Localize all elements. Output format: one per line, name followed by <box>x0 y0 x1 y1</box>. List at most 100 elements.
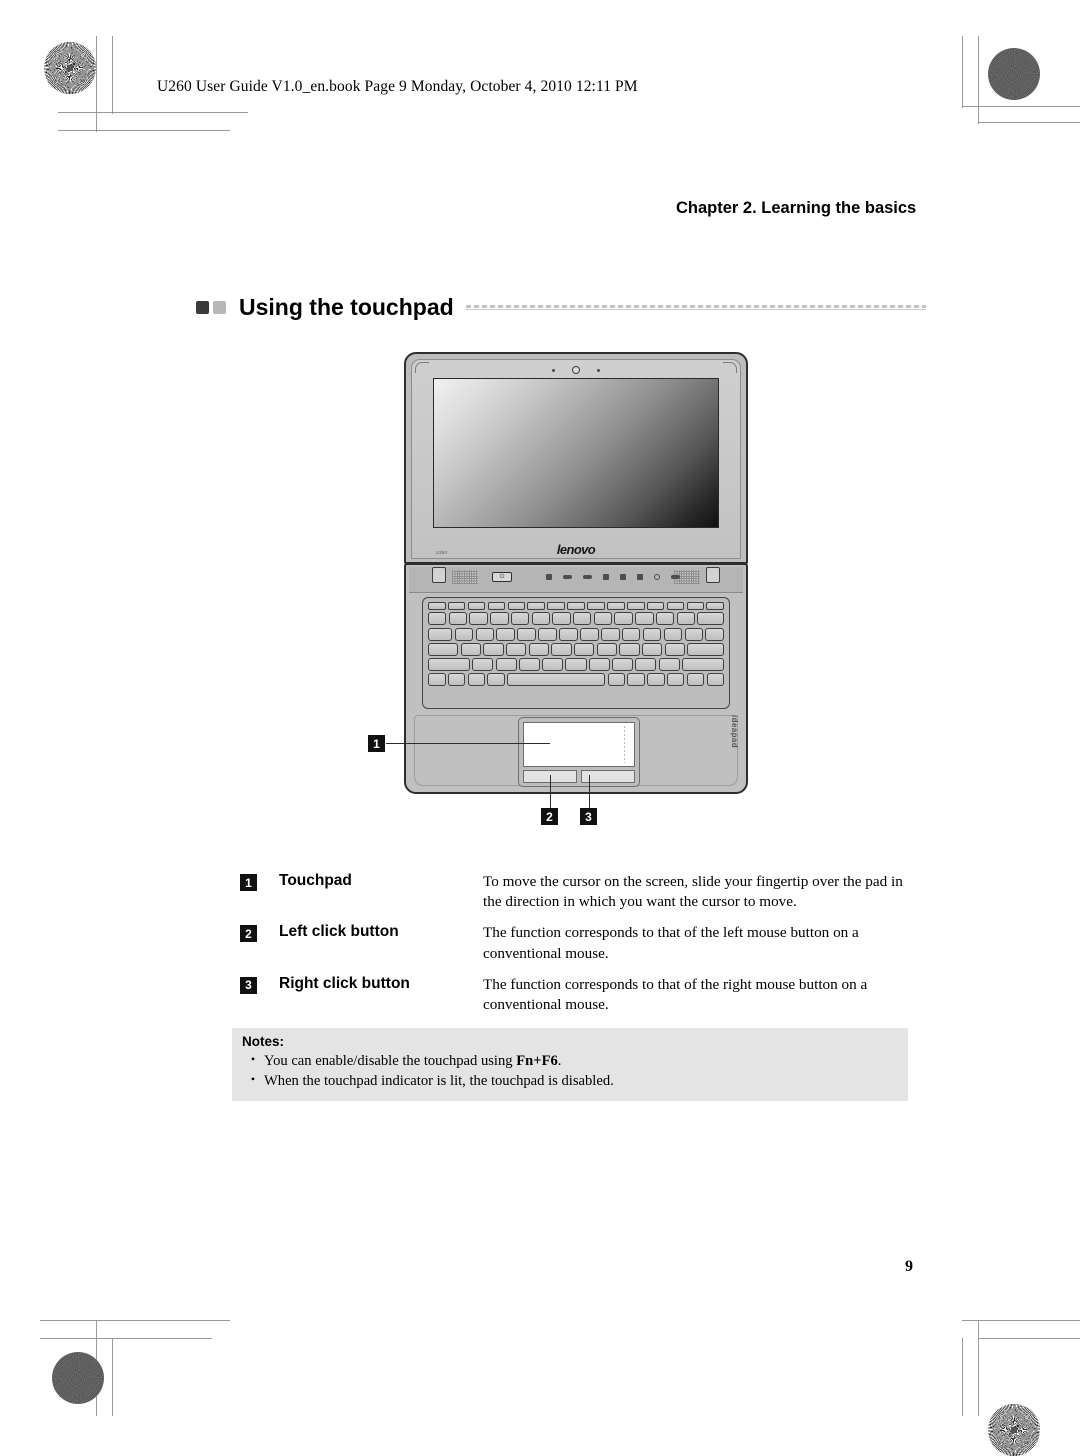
key[interactable] <box>448 612 468 626</box>
key-spacebar[interactable] <box>507 673 606 687</box>
key[interactable] <box>454 627 474 641</box>
key[interactable] <box>600 627 620 641</box>
key[interactable] <box>607 673 626 687</box>
callout-leader-2 <box>550 775 552 808</box>
key[interactable] <box>490 612 509 626</box>
key[interactable] <box>565 658 587 672</box>
heading-rule <box>465 303 926 313</box>
key[interactable] <box>686 602 705 610</box>
key[interactable] <box>428 602 446 610</box>
microphone-dot-right-icon <box>597 368 600 372</box>
key-enter[interactable] <box>687 642 724 656</box>
key[interactable] <box>428 627 453 641</box>
key[interactable] <box>538 627 557 641</box>
key[interactable] <box>666 602 685 610</box>
key[interactable] <box>697 612 724 626</box>
crop-line <box>978 36 979 124</box>
key[interactable] <box>518 658 540 672</box>
key[interactable] <box>664 642 685 656</box>
key[interactable] <box>460 642 482 656</box>
key[interactable] <box>467 602 486 610</box>
key[interactable] <box>467 673 486 687</box>
callout-marker-2: 2 <box>541 808 558 825</box>
key[interactable] <box>469 612 488 626</box>
key[interactable] <box>658 658 680 672</box>
key[interactable] <box>495 658 517 672</box>
callout-leader-3 <box>589 775 591 808</box>
key[interactable] <box>706 673 725 687</box>
keyboard[interactable] <box>428 602 725 704</box>
key[interactable] <box>612 658 634 672</box>
key-ctrl-left[interactable] <box>428 673 446 687</box>
microphone-dot-left-icon <box>552 368 555 372</box>
key[interactable] <box>552 612 571 626</box>
laptop-display-screen <box>433 378 719 528</box>
key[interactable] <box>647 673 665 687</box>
power-button[interactable]: ⏻ <box>492 572 512 582</box>
note-key-combo: Fn+F6 <box>516 1053 558 1069</box>
key-shift-left[interactable] <box>428 658 470 672</box>
key[interactable] <box>593 612 613 626</box>
key[interactable] <box>547 602 565 610</box>
key[interactable] <box>705 627 724 641</box>
key[interactable] <box>573 642 595 656</box>
key[interactable] <box>641 642 663 656</box>
key[interactable] <box>646 602 665 610</box>
key[interactable] <box>472 658 494 672</box>
key[interactable] <box>635 612 654 626</box>
definition-row-left-click-button: 2 Left click button The function corresp… <box>240 923 910 963</box>
key[interactable] <box>655 612 675 626</box>
key[interactable] <box>496 627 516 641</box>
key[interactable] <box>567 602 585 610</box>
key[interactable] <box>517 627 536 641</box>
note-bullet-icon: • <box>250 1072 256 1087</box>
key[interactable] <box>596 642 617 656</box>
key[interactable] <box>706 602 725 610</box>
key[interactable] <box>542 658 564 672</box>
key[interactable] <box>428 642 459 656</box>
key-fn[interactable] <box>447 673 466 687</box>
key[interactable] <box>531 612 551 626</box>
key[interactable] <box>663 627 683 641</box>
key[interactable] <box>559 627 578 641</box>
key[interactable] <box>619 642 640 656</box>
key[interactable] <box>635 658 657 672</box>
key[interactable] <box>487 673 505 687</box>
crosshair-registration-mark <box>50 1264 106 1320</box>
key[interactable] <box>527 602 546 610</box>
touchpad-scroll-zone[interactable] <box>624 726 625 763</box>
key[interactable] <box>580 627 599 641</box>
key[interactable] <box>428 612 447 626</box>
key[interactable] <box>614 612 633 626</box>
key[interactable] <box>666 673 685 687</box>
key[interactable] <box>475 627 495 641</box>
key[interactable] <box>447 602 466 610</box>
key[interactable] <box>551 642 572 656</box>
key[interactable] <box>621 627 641 641</box>
hinge-block-right <box>706 567 720 583</box>
key[interactable] <box>607 602 625 610</box>
key[interactable] <box>573 612 592 626</box>
key[interactable] <box>528 642 549 656</box>
key[interactable] <box>506 642 527 656</box>
key[interactable] <box>587 602 605 610</box>
key[interactable] <box>507 602 526 610</box>
note-text: When the touchpad indicator is lit, the … <box>264 1071 614 1091</box>
key[interactable] <box>588 658 610 672</box>
key[interactable] <box>626 602 645 610</box>
key[interactable] <box>686 673 705 687</box>
key[interactable] <box>510 612 530 626</box>
chapter-running-head: Chapter 2. Learning the basics <box>676 199 917 217</box>
key-shift-right[interactable] <box>682 658 724 672</box>
key[interactable] <box>487 602 506 610</box>
key[interactable] <box>483 642 504 656</box>
key[interactable] <box>676 612 696 626</box>
speaker-grille-left <box>452 570 478 584</box>
note-item: • You can enable/disable the touchpad us… <box>242 1051 898 1071</box>
note-item: • When the touchpad indicator is lit, th… <box>242 1071 898 1091</box>
key[interactable] <box>642 627 662 641</box>
definition-term: Left click button <box>279 923 399 941</box>
key[interactable] <box>627 673 645 687</box>
touchpad[interactable] <box>523 722 635 767</box>
key[interactable] <box>684 627 704 641</box>
